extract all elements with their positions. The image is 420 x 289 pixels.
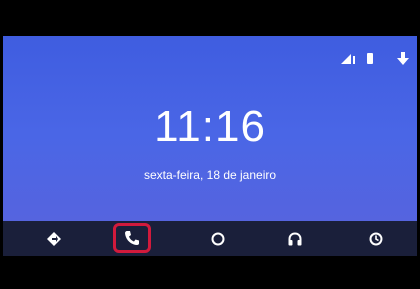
status-bar <box>257 36 417 76</box>
recent-icon <box>369 232 383 245</box>
phone-icon <box>125 231 139 245</box>
android-auto-screen: 11:16 sexta-feira, 18 de janeiro <box>3 36 417 256</box>
clock-date: sexta-feira, 18 de janeiro <box>143 168 277 182</box>
headphones-icon <box>288 231 302 245</box>
nav-recent-button[interactable] <box>355 221 397 256</box>
clock-time: 11:16 <box>154 102 266 151</box>
nav-home-button[interactable] <box>197 221 239 256</box>
nav-navigation-button[interactable] <box>33 221 75 256</box>
navigation-icon <box>47 231 61 246</box>
bottom-nav-bar <box>3 221 417 256</box>
nav-media-button[interactable] <box>274 221 316 256</box>
device-frame: 11:16 sexta-feira, 18 de janeiro <box>0 0 420 289</box>
battery-icon <box>367 53 373 64</box>
signal-icon <box>341 54 355 64</box>
download-icon <box>397 52 409 65</box>
nav-phone-button[interactable] <box>113 223 151 253</box>
home-icon <box>211 232 225 245</box>
